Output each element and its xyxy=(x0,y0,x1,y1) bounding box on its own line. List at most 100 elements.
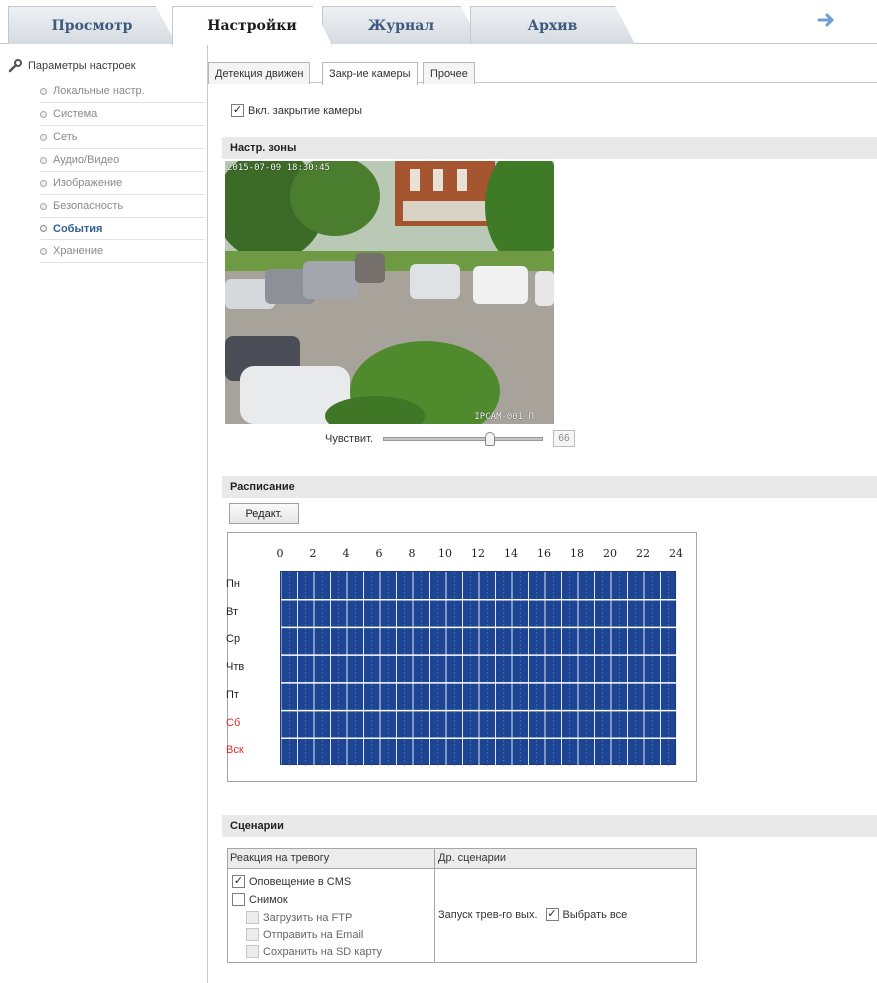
hour-label: 4 xyxy=(342,547,350,560)
hour-label: 12 xyxy=(471,547,485,560)
hour-label: 20 xyxy=(603,547,617,560)
hour-label: 24 xyxy=(669,547,683,560)
wrench-icon xyxy=(8,59,22,73)
sd-save-option: Сохранить на SD карту xyxy=(246,945,382,958)
edit-schedule-button[interactable]: Редакт. xyxy=(229,503,299,524)
snapshot-label: Снимок xyxy=(249,893,288,906)
table-divider xyxy=(434,849,435,962)
sidebar-item-audio-video[interactable]: Аудио/Видео xyxy=(40,149,205,172)
video-timestamp: 2015-07-09 18:30:45 xyxy=(227,163,330,173)
bullet-icon xyxy=(40,225,47,232)
top-navigation: Просмотр Настройки Журнал Архив xyxy=(0,0,877,45)
sidebar-item-label: Система xyxy=(53,108,98,120)
sidebar: Параметры настроек Локальные настр. Сист… xyxy=(0,45,208,983)
day-label: Пн xyxy=(226,578,240,590)
camera-preview[interactable]: 2015-07-09 18:30:45 IPCAM-001 П xyxy=(225,161,554,424)
bullet-icon xyxy=(40,247,47,255)
email-send-label: Отправить на Email xyxy=(263,928,364,941)
alarm-output-row: Запуск трев-го вых. ✓ Выбрать все xyxy=(438,908,627,921)
bullet-icon xyxy=(40,110,47,118)
cms-notify-option[interactable]: ✓ Оповещение в CMS xyxy=(232,875,351,888)
hour-label: 14 xyxy=(504,547,518,560)
sd-save-label: Сохранить на SD карту xyxy=(263,945,383,958)
sidebar-item-security[interactable]: Безопасность xyxy=(40,195,205,218)
enable-tamper-label: Вкл. закрытие камеры xyxy=(248,104,363,117)
hour-label: 18 xyxy=(570,547,584,560)
sd-save-checkbox xyxy=(246,945,259,958)
cms-notify-checkbox[interactable]: ✓ xyxy=(232,875,245,888)
bullet-icon xyxy=(40,202,47,210)
sidebar-item-image[interactable]: Изображение xyxy=(40,172,205,195)
select-all-checkbox[interactable]: ✓ xyxy=(545,908,559,921)
sidebar-item-label: Хранение xyxy=(53,245,104,257)
hour-label: 0 xyxy=(276,547,284,560)
sidebar-item-label: Безопасность xyxy=(53,200,124,212)
sidebar-item-storage[interactable]: Хранение xyxy=(40,240,205,263)
sensitivity-value: 66 xyxy=(552,430,575,447)
schedule-grid[interactable] xyxy=(280,571,678,766)
ftp-upload-label: Загрузить на FTP xyxy=(263,911,353,924)
scenarios-table: Реакция на тревогу Др. сценарии ✓ Оповещ… xyxy=(227,848,697,963)
day-label: Пт xyxy=(226,688,239,701)
schedule-grid-panel: 0 2 4 6 8 10 12 14 16 18 20 22 24 Пн Вт Ср Чтв Пт Сб Вск xyxy=(226,532,698,782)
camera-scene-image xyxy=(225,161,554,424)
snapshot-option[interactable]: Снимок xyxy=(232,893,288,906)
enable-tamper-checkbox[interactable]: ✓ xyxy=(231,104,244,117)
hour-label: 22 xyxy=(636,547,650,560)
sensitivity-row: Чувствит. 66 xyxy=(325,430,575,447)
sidebar-item-label: Сеть xyxy=(53,131,78,143)
sidebar-item-label: События xyxy=(53,222,103,235)
tab-preview[interactable]: Просмотр xyxy=(8,6,176,44)
sidebar-item-network[interactable]: Сеть xyxy=(40,126,205,149)
col-alarm-reaction: Реакция на тревогу xyxy=(230,852,330,864)
tab-other[interactable]: Прочее xyxy=(423,62,475,84)
bullet-icon xyxy=(40,179,47,187)
tab-archive[interactable]: Архив xyxy=(470,6,635,44)
select-all-label[interactable]: Выбрать все xyxy=(563,909,628,921)
hour-label: 10 xyxy=(438,547,452,560)
sidebar-item-system[interactable]: Система xyxy=(40,103,205,126)
scenarios-section-header: Сценарии xyxy=(222,815,877,837)
ftp-upload-checkbox xyxy=(246,911,259,924)
logout-arrow-icon[interactable] xyxy=(817,12,837,28)
sensitivity-slider-thumb[interactable] xyxy=(484,431,495,446)
sub-tabs: Детекция движен Закр-ие камеры Прочее xyxy=(208,56,877,85)
bullet-icon xyxy=(40,156,47,164)
scenarios-table-header: Реакция на тревогу Др. сценарии xyxy=(228,849,696,869)
email-send-checkbox xyxy=(246,928,259,941)
snapshot-checkbox[interactable] xyxy=(232,893,245,906)
sidebar-item-label: Изображение xyxy=(53,177,123,189)
day-label: Сб xyxy=(226,716,241,729)
cms-notify-label: Оповещение в CMS xyxy=(249,875,352,888)
day-label: Вт xyxy=(226,605,239,618)
sidebar-title: Параметры настроек xyxy=(28,60,136,72)
hour-label: 6 xyxy=(375,547,383,560)
sidebar-item-label: Аудио/Видео xyxy=(53,154,120,166)
sidebar-item-label: Локальные настр. xyxy=(53,85,145,97)
day-label: Вск xyxy=(226,744,244,757)
video-camera-name: IPCAM-001 П xyxy=(474,412,534,422)
day-label: Ср xyxy=(226,633,241,646)
schedule-hour-labels: 0 2 4 6 8 10 12 14 16 18 20 22 24 xyxy=(228,547,698,561)
sensitivity-slider[interactable] xyxy=(382,431,543,446)
email-send-option: Отправить на Email xyxy=(246,928,363,941)
hour-label: 8 xyxy=(408,547,416,560)
bullet-icon xyxy=(40,87,47,95)
sidebar-item-local[interactable]: Локальные настр. xyxy=(40,80,205,103)
day-label: Чтв xyxy=(226,661,245,674)
sensitivity-label: Чувствит. xyxy=(325,432,373,445)
bullet-icon xyxy=(40,133,47,141)
sidebar-header: Параметры настроек xyxy=(8,59,136,73)
col-other-scenarios: Др. сценарии xyxy=(438,852,507,864)
zone-section-header: Настр. зоны xyxy=(222,137,877,159)
enable-tamper-option[interactable]: ✓ Вкл. закрытие камеры xyxy=(231,104,362,117)
tab-motion-detection[interactable]: Детекция движен xyxy=(208,62,311,84)
tab-settings[interactable]: Настройки xyxy=(172,6,332,45)
sidebar-item-events[interactable]: События xyxy=(40,217,205,240)
ftp-upload-option: Загрузить на FTP xyxy=(246,911,352,924)
schedule-section-header: Расписание xyxy=(222,476,877,498)
hour-label: 16 xyxy=(537,547,551,560)
tab-camera-tamper[interactable]: Закр-ие камеры xyxy=(322,62,418,85)
alarm-output-label: Запуск трев-го вых. xyxy=(438,908,538,921)
tab-log[interactable]: Журнал xyxy=(322,6,480,44)
